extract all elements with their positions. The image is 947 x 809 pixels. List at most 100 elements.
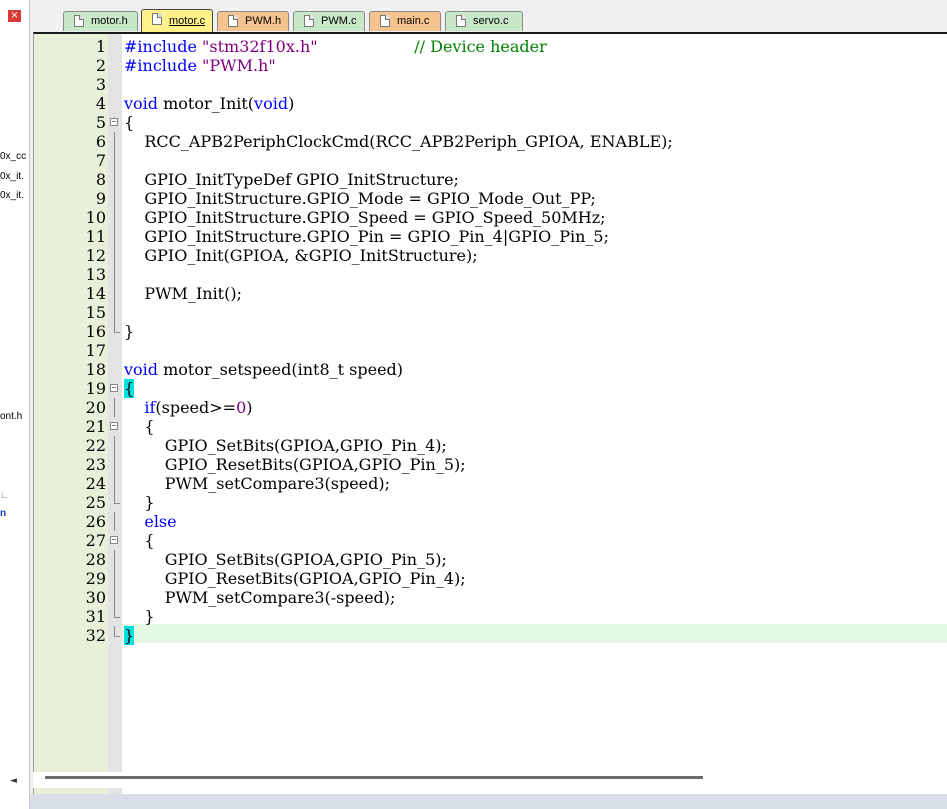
line-number: 4: [95, 94, 106, 113]
file-icon: [228, 15, 238, 27]
scroll-left-arrow-icon[interactable]: ◄: [10, 776, 17, 786]
code-line[interactable]: 3: [34, 75, 947, 94]
code-line[interactable]: 22 GPIO_SetBits(GPIOA,GPIO_Pin_4);: [34, 436, 947, 455]
code-text: GPIO_ResetBits(GPIOA,GPIO_Pin_4);: [124, 569, 466, 588]
fold-toggle-icon[interactable]: −: [110, 118, 118, 126]
file-icon: [456, 15, 466, 27]
project-panel: × 0x_cc 0x_it. 0x_it. ont.h ∟ n ◄: [0, 0, 30, 809]
file-icon: [380, 15, 390, 27]
tab-main-c[interactable]: main.c: [369, 11, 441, 31]
line-number: 10: [85, 208, 106, 227]
code-line[interactable]: 4 void motor_Init(void): [34, 94, 947, 113]
code-line[interactable]: 18 void motor_setspeed(int8_t speed): [34, 360, 947, 379]
code-line[interactable]: 12 GPIO_Init(GPIOA, &GPIO_InitStructure)…: [34, 246, 947, 265]
project-file-item[interactable]: ont.h: [0, 411, 22, 422]
code-text: GPIO_InitStructure.GPIO_Pin = GPIO_Pin_4…: [124, 227, 609, 246]
project-file-item[interactable]: 0x_it.: [0, 171, 24, 182]
project-file-item[interactable]: n: [0, 508, 6, 519]
tree-connector: ∟: [0, 490, 9, 500]
project-file-item[interactable]: 0x_cc: [0, 151, 26, 162]
code-line[interactable]: 28 GPIO_SetBits(GPIOA,GPIO_Pin_5);: [34, 550, 947, 569]
line-number: 20: [85, 398, 106, 417]
tab-label: PWM.h: [245, 15, 282, 27]
line-number: 28: [85, 550, 106, 569]
code-text: GPIO_InitStructure.GPIO_Speed = GPIO_Spe…: [124, 208, 606, 227]
fold-end-marker: [114, 626, 120, 637]
line-number: 9: [95, 189, 106, 208]
code-line[interactable]: 25 }: [34, 493, 947, 512]
tab-motor-h[interactable]: motor.h: [63, 11, 138, 31]
project-file-item[interactable]: 0x_it.: [0, 190, 24, 201]
tab-pwm-h[interactable]: PWM.h: [217, 11, 289, 31]
fold-line-marker: [114, 550, 115, 569]
line-number: 7: [95, 151, 106, 170]
code-text: void motor_setspeed(int8_t speed): [124, 360, 404, 379]
code-line[interactable]: 14 PWM_Init();: [34, 284, 947, 303]
code-line[interactable]: 10 GPIO_InitStructure.GPIO_Speed = GPIO_…: [34, 208, 947, 227]
line-number: 17: [85, 341, 106, 360]
fold-line-marker: [114, 227, 115, 246]
code-line[interactable]: 31 }: [34, 607, 947, 626]
code-line[interactable]: 17: [34, 341, 947, 360]
code-text: {: [124, 417, 155, 436]
code-text: }: [124, 493, 155, 512]
code-line[interactable]: 24 PWM_setCompare3(speed);: [34, 474, 947, 493]
code-line[interactable]: 11 GPIO_InitStructure.GPIO_Pin = GPIO_Pi…: [34, 227, 947, 246]
code-line[interactable]: 8 GPIO_InitTypeDef GPIO_InitStructure;: [34, 170, 947, 189]
code-text: {: [124, 379, 135, 398]
fold-line-marker: [114, 436, 115, 455]
tab-pwm-c[interactable]: PWM.c: [293, 11, 365, 31]
code-line[interactable]: 26 else: [34, 512, 947, 531]
file-icon: [152, 13, 162, 25]
fold-line-marker: [114, 398, 115, 417]
code-line[interactable]: 15: [34, 303, 947, 322]
code-text: PWM_setCompare3(speed);: [124, 474, 391, 493]
fold-line-marker: [114, 512, 115, 531]
fold-line-marker: [114, 151, 115, 170]
code-line[interactable]: 20 if(speed>=0): [34, 398, 947, 417]
code-line[interactable]: 16}: [34, 322, 947, 341]
code-line[interactable]: 27− {: [34, 531, 947, 550]
tab-label: PWM.c: [321, 15, 357, 27]
line-number: 11: [85, 227, 106, 246]
tab-servo-c[interactable]: servo.c: [445, 11, 523, 31]
fold-line-marker: [114, 132, 115, 151]
code-text: PWM_Init();: [124, 284, 242, 303]
line-number: 12: [85, 246, 106, 265]
tab-label: main.c: [397, 15, 430, 27]
code-line[interactable]: 2 #include "PWM.h": [34, 56, 947, 75]
fold-line-marker: [114, 588, 115, 607]
line-number: 18: [85, 360, 106, 379]
code-line[interactable]: 7: [34, 151, 947, 170]
editor-tab-strip: motor.h motor.c PWM.h PWM.c main.c servo.c: [30, 8, 947, 32]
close-icon[interactable]: ×: [8, 10, 21, 22]
horizontal-scrollbar[interactable]: [33, 772, 947, 788]
code-text: RCC_APB2PeriphClockCmd(RCC_APB2Periph_GP…: [124, 132, 673, 151]
code-line[interactable]: 30 PWM_setCompare3(-speed);: [34, 588, 947, 607]
code-line[interactable]: 21− {: [34, 417, 947, 436]
code-line[interactable]: 29 GPIO_ResetBits(GPIOA,GPIO_Pin_4);: [34, 569, 947, 588]
code-editor[interactable]: 1 #include "stm32f10x.h" // Device header…: [33, 32, 947, 796]
code-text: GPIO_Init(GPIOA, &GPIO_InitStructure);: [124, 246, 478, 265]
code-line[interactable]: 1 #include "stm32f10x.h" // Device header: [34, 37, 947, 56]
code-line[interactable]: 6 RCC_APB2PeriphClockCmd(RCC_APB2Periph_…: [34, 132, 947, 151]
code-text: {: [124, 531, 155, 550]
code-line[interactable]: 19−{: [34, 379, 947, 398]
file-icon: [74, 15, 84, 27]
fold-toggle-icon[interactable]: −: [110, 384, 118, 392]
code-line[interactable]: 13: [34, 265, 947, 284]
code-line[interactable]: 32}: [34, 626, 947, 645]
code-line[interactable]: 9 GPIO_InitStructure.GPIO_Mode = GPIO_Mo…: [34, 189, 947, 208]
code-text: else: [144, 512, 177, 531]
code-line[interactable]: 23 GPIO_ResetBits(GPIOA,GPIO_Pin_5);: [34, 455, 947, 474]
code-line[interactable]: 5−{: [34, 113, 947, 132]
line-number: 32: [85, 626, 106, 645]
fold-toggle-icon[interactable]: −: [110, 536, 118, 544]
line-number: 26: [85, 512, 106, 531]
fold-line-marker: [114, 208, 115, 227]
tab-motor-c[interactable]: motor.c: [141, 9, 213, 32]
code-text: GPIO_InitTypeDef GPIO_InitStructure;: [124, 170, 459, 189]
line-number: 21: [85, 417, 106, 436]
fold-toggle-icon[interactable]: −: [110, 422, 118, 430]
scrollbar-thumb[interactable]: [45, 776, 703, 779]
